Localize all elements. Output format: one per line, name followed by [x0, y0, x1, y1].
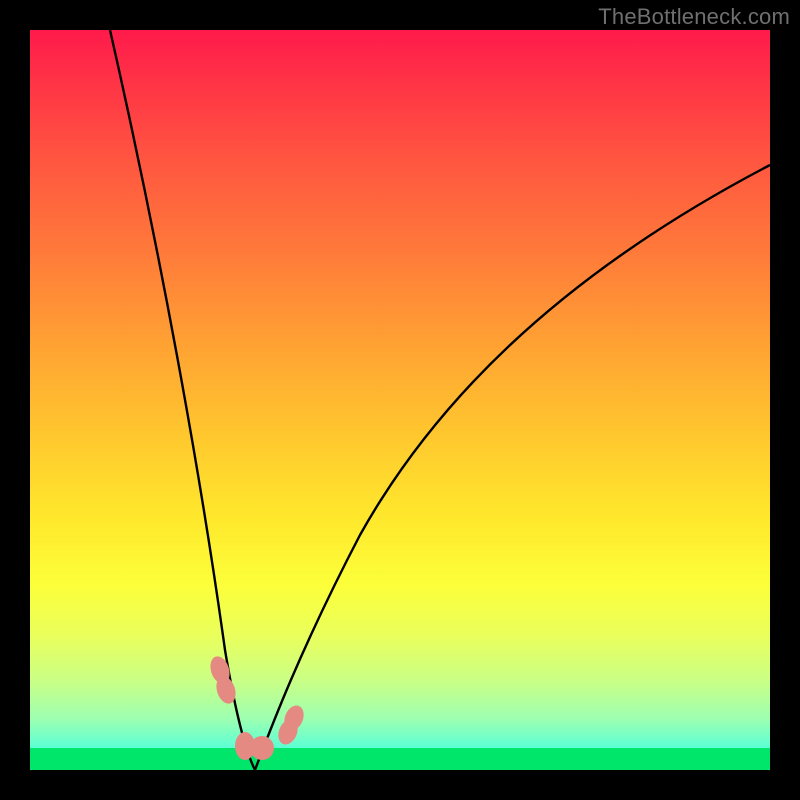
curves-layer [30, 30, 770, 770]
right-curve [255, 165, 770, 770]
marker-dot [250, 736, 274, 760]
plot-area [30, 30, 770, 770]
chart-frame: TheBottleneck.com [0, 0, 800, 800]
left-curve [110, 30, 255, 770]
marker-group [207, 654, 307, 760]
watermark-text: TheBottleneck.com [598, 4, 790, 30]
